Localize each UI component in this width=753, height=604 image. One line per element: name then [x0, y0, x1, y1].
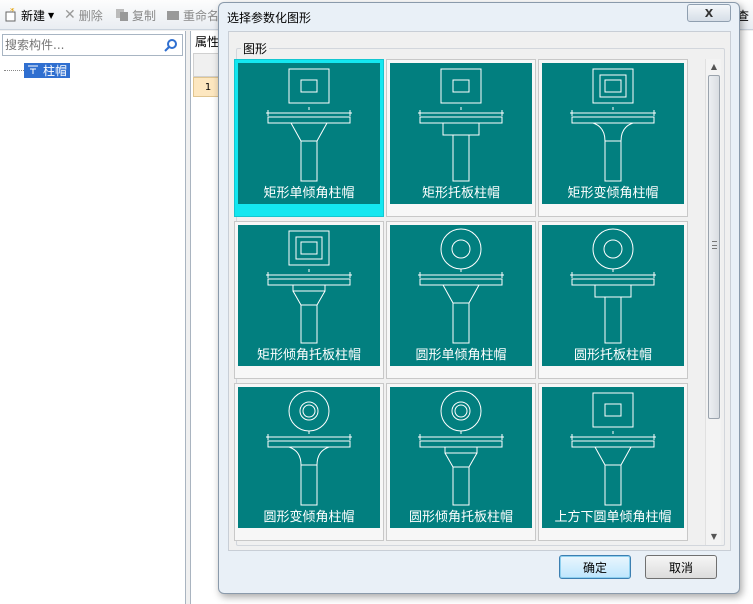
- dialog-body: 图形 矩形单倾角柱帽 矩形托板柱帽 矩形变倾角柱帽 矩形倾角托板柱帽 圆形单倾角柱帽 圆形…: [228, 31, 731, 551]
- shape-tile[interactable]: 矩形变倾角柱帽: [538, 59, 688, 217]
- shape-tile[interactable]: 矩形托板柱帽: [386, 59, 536, 217]
- rename-label: 重命名: [183, 8, 220, 23]
- shape-tile[interactable]: 矩形单倾角柱帽: [234, 59, 384, 217]
- shape-tile-label: 矩形变倾角柱帽: [567, 186, 659, 201]
- shape-tile-label: 圆形单倾角柱帽: [415, 348, 507, 363]
- shape-tile-label: 圆形变倾角柱帽: [263, 510, 355, 525]
- tree-item-selected[interactable]: 柱帽: [24, 62, 71, 78]
- shape-tile-label: 矩形单倾角柱帽: [263, 186, 355, 201]
- shape-preview: 上方下圆单倾角柱帽: [542, 387, 684, 528]
- shape-preview: 矩形变倾角柱帽: [542, 63, 684, 204]
- shape-preview: 圆形单倾角柱帽: [390, 225, 532, 366]
- search-icon[interactable]: [164, 38, 178, 52]
- shape-preview: 圆形托板柱帽: [542, 225, 684, 366]
- shape-preview: 矩形倾角托板柱帽: [238, 225, 380, 366]
- shape-preview: 矩形单倾角柱帽: [238, 63, 380, 204]
- shape-gallery: 矩形单倾角柱帽 矩形托板柱帽 矩形变倾角柱帽矩形倾角托板柱帽 圆形单倾角柱帽 圆形托板柱…: [234, 59, 699, 545]
- shape-preview: 矩形托板柱帽: [390, 63, 532, 204]
- tree-item-label: 柱帽: [43, 63, 68, 78]
- shape-preview: 圆形变倾角柱帽: [238, 387, 380, 528]
- ok-button[interactable]: 确定: [559, 555, 631, 579]
- copy-icon: [115, 8, 129, 22]
- shape-tile[interactable]: 矩形倾角托板柱帽: [234, 221, 384, 379]
- shape-tile[interactable]: 圆形单倾角柱帽: [386, 221, 536, 379]
- column-cap-icon: [27, 63, 39, 78]
- new-button[interactable]: * 新建 ▼: [4, 7, 54, 23]
- search-box: [2, 34, 183, 56]
- component-tree-pane: 柱帽: [0, 31, 186, 604]
- shape-tile-label: 矩形托板柱帽: [421, 186, 500, 201]
- shape-tile-label: 圆形倾角托板柱帽: [408, 510, 513, 525]
- svg-text:*: *: [10, 8, 15, 17]
- shape-tile[interactable]: 圆形托板柱帽: [538, 221, 688, 379]
- delete-icon: ✕: [64, 7, 76, 23]
- group-label: 图形: [241, 40, 270, 57]
- parametric-shape-dialog: 选择参数化图形 X 图形 矩形单倾角柱帽 矩形托板柱帽 矩形变倾角柱帽矩形倾角托板柱…: [218, 2, 740, 594]
- new-icon: *: [4, 7, 18, 22]
- delete-label: 删除: [78, 8, 103, 23]
- close-icon: X: [704, 6, 714, 20]
- tab-properties[interactable]: 属性: [195, 33, 219, 50]
- grip-icon: [712, 241, 717, 249]
- shape-tile-label: 上方下圆单倾角柱帽: [554, 510, 672, 525]
- cancel-button[interactable]: 取消: [645, 555, 717, 579]
- scroll-thumb[interactable]: [708, 75, 720, 419]
- delete-button[interactable]: ✕ 删除: [64, 7, 103, 23]
- tree-connector: [4, 70, 24, 71]
- dropdown-arrow-icon: ▼: [48, 10, 55, 20]
- shape-tile-label: 圆形托板柱帽: [573, 348, 652, 363]
- scroll-down-arrow-icon[interactable]: ▼: [709, 532, 719, 542]
- close-button[interactable]: X: [687, 4, 731, 22]
- rename-button[interactable]: 重命名: [166, 7, 219, 23]
- shape-tile[interactable]: 圆形倾角托板柱帽: [386, 383, 536, 541]
- search-input[interactable]: [5, 37, 155, 53]
- shape-tile[interactable]: 圆形变倾角柱帽: [234, 383, 384, 541]
- rename-icon: [166, 8, 180, 22]
- shape-tile-label: 矩形倾角托板柱帽: [256, 348, 361, 363]
- shape-tile[interactable]: 上方下圆单倾角柱帽: [538, 383, 688, 541]
- shape-preview: 圆形倾角托板柱帽: [390, 387, 532, 528]
- new-label: 新建: [21, 8, 46, 23]
- copy-button[interactable]: 复制: [115, 7, 156, 23]
- tree-item-column-cap[interactable]: 柱帽: [4, 62, 71, 78]
- copy-label: 复制: [132, 8, 157, 23]
- dialog-title: 选择参数化图形: [227, 11, 312, 25]
- scroll-up-arrow-icon[interactable]: ▲: [709, 62, 719, 72]
- gallery-scrollbar[interactable]: ▲ ▼: [705, 59, 721, 545]
